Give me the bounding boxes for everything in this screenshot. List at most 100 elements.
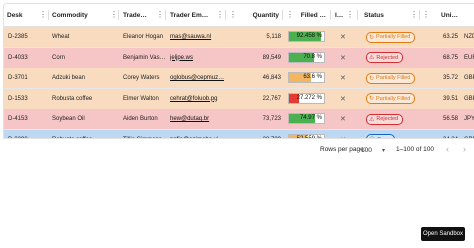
trader-email-cell-text[interactable]: oglobus@cepmuz…	[170, 75, 224, 81]
quantity-cell-text: 46,843	[262, 75, 281, 81]
quantity-cell: 89,549	[237, 48, 281, 68]
table-row[interactable]: D-2385 Wheat Eleanor Hogan mas@sauwa.nl 5,11…	[4, 27, 474, 48]
desk-cell-text: D-1533	[8, 95, 28, 102]
status-badge: ⚠ Rejected	[366, 52, 404, 63]
column-separator[interactable]	[330, 10, 331, 20]
currency-cell: JPY	[464, 109, 474, 129]
commodity-cell: Robusta coffee	[52, 89, 116, 109]
filled-progress-label: 70.8 %	[303, 53, 322, 60]
next-page-icon[interactable]: ›	[463, 144, 466, 154]
commodity-cell: Adzuki bean	[52, 68, 116, 88]
column-separator[interactable]	[282, 10, 283, 20]
unit-price-cell: 35.72	[424, 68, 458, 88]
filled-progress-label: 63.6 %	[303, 74, 322, 80]
column-header-unit-price[interactable]: Uni…	[430, 4, 460, 26]
desk-cell-text: D-4033	[8, 54, 28, 61]
status-badge: ↻ Partially Filled	[366, 93, 416, 104]
close-icon: ✕	[340, 34, 346, 41]
column-header-is-filled[interactable]: I…	[332, 4, 344, 26]
commodity-cell-text: Adzuki bean	[52, 75, 86, 81]
quantity-cell-text: 89,549	[262, 54, 281, 61]
currency-cell: NZD	[464, 27, 474, 47]
pagination-range: 1–100 of 100	[396, 146, 434, 153]
commodity-cell: Wheat	[52, 27, 116, 47]
rows-per-page-select[interactable]: 100 ▾	[361, 143, 385, 157]
commodity-cell: Corn	[52, 48, 116, 68]
autorenew-icon: ↻	[369, 75, 375, 82]
column-menu-icon[interactable]: ⋮	[39, 10, 47, 20]
commodity-cell-text: Wheat	[52, 34, 70, 40]
status-badge-label: Rejected	[376, 116, 399, 122]
column-header-desk[interactable]: Desk	[4, 4, 44, 26]
quantity-cell: 5,118	[237, 27, 281, 47]
table-row[interactable]: D-1533 Robusta coffee Elmer Walton cehrat@f…	[4, 88, 474, 110]
table-row[interactable]: D-3701 Adzuki bean Corey Waters oglobus@cep…	[4, 68, 474, 89]
status-badge: ↻ Partially Filled	[366, 31, 416, 43]
status-cell: ⚠ Rejected	[366, 48, 416, 68]
column-separator[interactable]	[357, 10, 358, 20]
rows-per-page-label: Rows per page:	[320, 146, 366, 153]
column-menu-icon[interactable]: ⋮	[346, 10, 354, 20]
column-header-label: Trader Em…	[170, 11, 209, 19]
commodity-cell-text: Robusta coffee	[52, 95, 93, 102]
filled-progress-label: 92.458 %	[296, 33, 322, 39]
column-header-label: Uni…	[441, 11, 458, 19]
close-icon: ✕	[340, 116, 346, 123]
column-header-commodity[interactable]: Commodity	[49, 4, 109, 26]
desk-cell-text: D-3701	[8, 75, 28, 81]
trader-email-cell-text[interactable]: mas@sauwa.nl	[170, 34, 211, 40]
close-icon: ✕	[340, 54, 346, 62]
column-header-trader-email[interactable]: Trader Em…	[167, 4, 211, 26]
rows-per-page-value: 100	[361, 146, 372, 154]
trader-email-cell-text[interactable]: jeljpe.ws	[170, 55, 193, 61]
desk-cell-text: D-2385	[8, 34, 28, 40]
status-badge: ⚠ Rejected	[366, 113, 404, 125]
column-header-trader-name[interactable]: Trade…	[120, 4, 154, 26]
column-menu-icon[interactable]: ⋮	[110, 10, 118, 20]
desk-cell: D-4033	[8, 48, 48, 68]
column-header-label: Status	[364, 11, 384, 19]
column-menu-icon[interactable]: ⋮	[156, 10, 164, 20]
filled-progress-bar: 63.6 %	[288, 72, 325, 83]
column-header-status[interactable]: Status	[361, 4, 401, 26]
table-row[interactable]: D-4033 Corn Benjamin Vas… jeljpe.ws 89,549 70…	[4, 47, 474, 69]
column-separator[interactable]	[419, 10, 420, 20]
trader-name-cell: Eleanor Hogan	[123, 27, 165, 47]
column-separator[interactable]	[118, 10, 119, 20]
column-menu-icon[interactable]: ⋮	[216, 10, 224, 20]
quantity-cell-text: 22,767	[262, 95, 281, 102]
column-menu-icon[interactable]: ⋮	[422, 10, 430, 20]
column-separator[interactable]	[165, 10, 166, 20]
trader-name-cell-text: Benjamin Vas…	[123, 54, 165, 61]
column-header-filled[interactable]: Filled …	[294, 4, 328, 26]
filled-progress-label: 74.97 %	[299, 115, 322, 121]
column-menu-icon[interactable]: ⋮	[286, 10, 294, 20]
status-cell: ⚠ Rejected	[366, 109, 416, 129]
filled-progress-bar: 70.8 %	[288, 51, 325, 63]
column-header-label: Filled …	[300, 11, 326, 19]
trader-name-cell-text: Corey Waters	[123, 75, 160, 81]
status-badge-label: Partially Filled	[376, 34, 411, 40]
status-badge-label: Partially Filled	[376, 75, 411, 81]
trader-email-cell-text[interactable]: cehrat@foluob.pg	[170, 96, 217, 102]
status-cell: ↻ Partially Filled	[366, 27, 416, 47]
column-menu-icon[interactable]: ⋮	[229, 10, 237, 20]
table-row[interactable]: D-4153 Soybean Oil Aiden Burton hew@dutaq.b…	[4, 109, 474, 130]
previous-page-icon[interactable]: ‹	[446, 144, 449, 154]
trader-email-cell-text[interactable]: hew@dutaq.br	[170, 116, 209, 122]
status-cell: ↻ Partially Filled	[366, 68, 416, 88]
column-menu-icon[interactable]: ⋮	[410, 10, 418, 20]
open-sandbox-button[interactable]: Open Sandbox	[421, 227, 465, 241]
is-filled-cell: ✕	[340, 109, 354, 129]
trader-email-cell: jeljpe.ws	[170, 48, 224, 68]
unit-price-cell: 68.75	[424, 48, 458, 68]
unit-price-cell: 56.58	[424, 109, 458, 129]
trader-name-cell: Benjamin Vas…	[123, 48, 165, 68]
column-header-label: Trade…	[123, 11, 147, 19]
autorenew-icon: ↻	[369, 34, 375, 41]
unit-price-cell: 63.25	[424, 27, 458, 47]
column-separator[interactable]	[225, 10, 226, 20]
column-header-quantity[interactable]: Quantity	[237, 4, 281, 26]
quantity-cell-text: 5,118	[266, 34, 281, 40]
trader-name-cell-text: Eleanor Hogan	[123, 34, 164, 40]
